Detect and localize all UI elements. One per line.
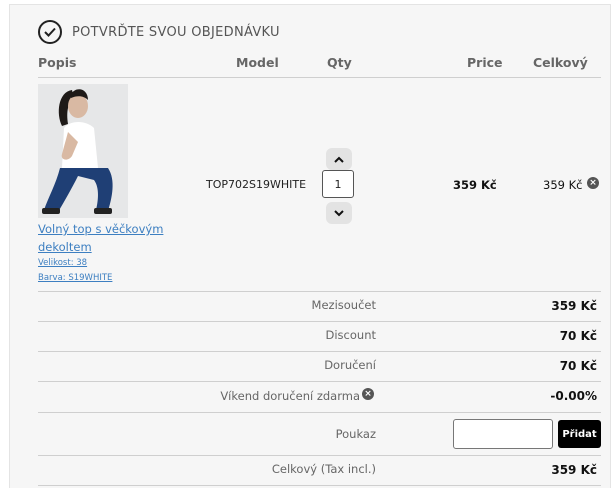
remove-item-icon[interactable]: ×	[587, 177, 599, 189]
page-title: POTVRĎTE SVOU OBJEDNÁVKU	[72, 24, 280, 40]
check-circle-icon	[38, 20, 62, 44]
product-total: 359 Kč	[543, 178, 583, 192]
grand-total-label: Celkový (Tax incl.)	[271, 462, 376, 476]
shipping-label: Doručení	[324, 358, 376, 372]
weekend-shipping-value: -0.00%	[550, 389, 597, 403]
chevron-up-icon	[334, 156, 344, 163]
add-voucher-button[interactable]: Přidat	[558, 420, 601, 448]
column-total: Celkový	[533, 55, 588, 70]
row-divider	[38, 485, 601, 486]
row-divider	[38, 291, 601, 292]
column-price: Price	[467, 55, 503, 70]
weekend-shipping-label: Víkend doručení zdarma	[220, 389, 360, 403]
row-divider	[38, 412, 601, 413]
product-color[interactable]: Barva: S19WHITE	[38, 273, 112, 283]
voucher-input[interactable]	[453, 419, 553, 449]
discount-value: 70 Kč	[559, 329, 597, 343]
product-name-link[interactable]: Volný top s věčkovým dekoltem	[38, 220, 168, 256]
product-image[interactable]	[38, 84, 128, 218]
header-divider	[38, 77, 601, 78]
subtotal-value: 359 Kč	[551, 299, 597, 313]
product-model: TOP702S19WHITE	[206, 178, 307, 191]
voucher-label: Poukaz	[335, 427, 376, 441]
qty-decrease-button[interactable]	[326, 202, 352, 224]
remove-weekend-shipping-icon[interactable]: ×	[362, 388, 374, 400]
row-divider	[38, 351, 601, 352]
column-model: Model	[236, 55, 279, 70]
product-price: 359 Kč	[453, 178, 497, 192]
shipping-value: 70 Kč	[559, 359, 597, 373]
quantity-input[interactable]: 1	[322, 170, 354, 198]
discount-label: Discount	[325, 328, 377, 342]
column-qty: Qty	[327, 55, 352, 70]
row-divider	[38, 381, 601, 382]
grand-total-value: 359 Kč	[551, 463, 597, 477]
qty-increase-button[interactable]	[326, 148, 352, 170]
column-description: Popis	[38, 55, 77, 70]
order-heading: POTVRĎTE SVOU OBJEDNÁVKU	[38, 17, 280, 47]
subtotal-label: Mezisoučet	[311, 298, 376, 312]
chevron-down-icon	[334, 209, 344, 216]
row-divider	[38, 455, 601, 456]
product-size[interactable]: Velikost: 38	[38, 258, 87, 268]
row-divider	[38, 321, 601, 322]
